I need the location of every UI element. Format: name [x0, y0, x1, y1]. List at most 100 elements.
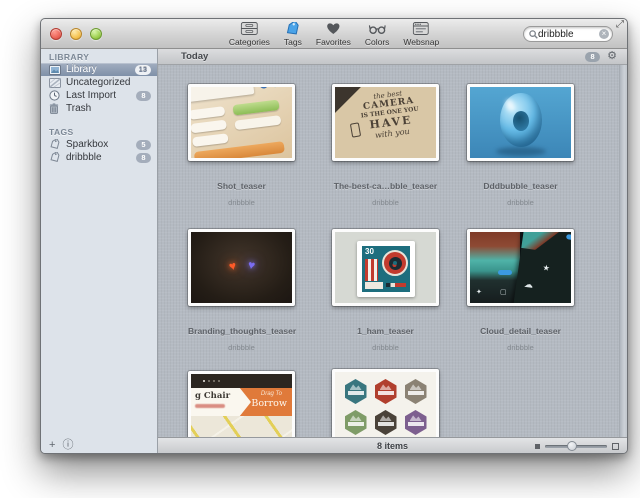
grid-item [332, 369, 439, 437]
toolbar-item-websnap[interactable]: Websnap [403, 21, 439, 47]
thumbnail-art: the best CAMERA IS THE ONE YOU HAVE with… [335, 87, 436, 158]
close-button[interactable] [50, 28, 62, 40]
toolbar-items: Categories Tags Favorites Colors Websnap [229, 21, 439, 47]
zoom-out-icon[interactable] [535, 443, 540, 449]
minimize-button[interactable] [70, 28, 82, 40]
status-bar: 8 items [158, 437, 627, 453]
toolbar-item-label: Tags [283, 37, 302, 47]
sidebar-item-label: Uncategorized [66, 77, 131, 88]
thumbnail-art [470, 87, 571, 158]
tag-icon [49, 139, 61, 150]
item-title: Cloud_detail_teaser [480, 326, 561, 336]
vertical-scrollbar[interactable] [619, 65, 627, 437]
sidebar-footer: + ⓘ [41, 437, 157, 453]
count-badge: 8 [136, 152, 151, 163]
badge-hexagon [374, 410, 397, 435]
sidebar-item-last-import[interactable]: Last Import 8 [41, 89, 157, 102]
sidebar: LIBRARY Library 13 Uncategorized Last Im… [41, 49, 158, 453]
toolbar-item-label: Colors [364, 37, 390, 47]
add-button[interactable]: + [49, 439, 55, 451]
sidebar-item-dribbble[interactable]: dribbble 8 [41, 151, 157, 164]
content: Today 8 ⚙ Shot_teaser dribbble the best … [158, 49, 627, 453]
zoom-in-icon[interactable] [612, 442, 619, 450]
grid-item: Dddbubble_teaser dribbble [467, 84, 574, 207]
sidebar-item-sparkbox[interactable]: Sparkbox 5 [41, 138, 157, 151]
thumbnail-borrow-teaser[interactable]: g Chair Drag To Borrow [188, 371, 295, 437]
trash-glyph-icon: ▢ [500, 289, 507, 296]
sidebar-item-trash[interactable]: Trash [41, 102, 157, 115]
search-input[interactable] [538, 28, 599, 40]
badge-hexagon [374, 379, 397, 404]
zoom-slider-knob[interactable] [567, 441, 577, 451]
thumbnail-grid: Shot_teaser dribbble the best CAMERA IS … [158, 65, 627, 437]
grid-item: Branding_thoughts_teaser dribbble [188, 229, 297, 352]
toolbar-item-favorites[interactable]: Favorites [316, 21, 351, 47]
badge-hexagon [404, 379, 427, 404]
grid-item: g Chair Drag To Borrow [188, 371, 295, 437]
library-icon [49, 64, 61, 75]
thumbnail-ham-teaser[interactable]: 30 [332, 229, 439, 306]
item-title: Branding_thoughts_teaser [188, 326, 297, 336]
item-tag: dribbble [228, 198, 255, 207]
toolbar-item-label: Categories [228, 37, 270, 47]
clock-icon [49, 90, 61, 101]
thumbnail-art [335, 372, 436, 437]
item-count: 8 items [376, 440, 409, 451]
count-badge: 5 [136, 139, 151, 150]
sidebar-item-label: Sparkbox [66, 139, 109, 150]
thumbnail-art: 30 [335, 232, 436, 303]
thumbnail-badges-teaser[interactable] [332, 369, 439, 437]
sidebar-item-label: Last Import [66, 90, 117, 101]
item-tag: dribbble [372, 198, 399, 207]
badge-hexagon [404, 410, 427, 435]
thumbnail-art [191, 232, 292, 303]
thumbnail-best-camera-teaser[interactable]: the best CAMERA IS THE ONE YOU HAVE with… [332, 84, 439, 161]
uncategorized-icon [49, 77, 61, 88]
zoom-slider[interactable] [545, 441, 607, 451]
twitter-icon: ✦ [476, 289, 482, 296]
item-title: Dddbubble_teaser [483, 181, 558, 191]
desktop: Categories Tags Favorites Colors Websnap… [0, 0, 640, 498]
grid-item: ✦ ▢ ★ ☁ Cloud_detail_teaser dribbble [467, 229, 574, 352]
sidebar-item-label: Trash [66, 103, 92, 114]
group-title: Today [181, 51, 209, 62]
thumbnail-dddbubble-teaser[interactable] [467, 84, 574, 161]
item-tag: dribbble [507, 198, 534, 207]
item-tag: dribbble [507, 343, 534, 352]
toolbar-item-colors[interactable]: Colors [364, 21, 390, 47]
search-icon [529, 29, 538, 39]
zoom-button[interactable] [90, 28, 102, 40]
toolbar-item-categories[interactable]: Categories [229, 21, 270, 47]
thumbnail-art: ✦ ▢ ★ ☁ [470, 232, 571, 303]
heart-icon [326, 21, 341, 36]
thumbnail-branding-thoughts-teaser[interactable] [188, 229, 295, 306]
toolbar-item-tags[interactable]: Tags [284, 21, 302, 47]
gear-icon[interactable]: ⚙ [607, 51, 617, 62]
toolbar-item-label: Favorites [315, 37, 351, 47]
badge-hexagon [344, 410, 367, 435]
sidebar-item-uncategorized[interactable]: Uncategorized [41, 76, 157, 89]
thumbnail-cloud-detail-teaser[interactable]: ✦ ▢ ★ ☁ [467, 229, 574, 306]
thumbnail-zoom-control [535, 438, 619, 453]
sidebar-item-library[interactable]: Library 13 [41, 63, 157, 76]
item-tag: dribbble [228, 343, 255, 352]
thumbnail-shot-teaser[interactable] [188, 84, 295, 161]
search-field[interactable]: × [523, 26, 613, 42]
tags-icon [285, 21, 301, 36]
traffic-lights [50, 28, 102, 40]
info-button[interactable]: ⓘ [62, 439, 73, 451]
sidebar-section-tags: TAGS [49, 127, 74, 137]
tag-icon [49, 152, 61, 163]
sidebar-item-label: dribbble [66, 152, 102, 163]
count-badge: 13 [134, 64, 151, 75]
grid-item: Shot_teaser dribbble [188, 84, 295, 207]
grid-item: 30 1_ham_teaser dribbble [332, 229, 439, 352]
grid-item: the best CAMERA IS THE ONE YOU HAVE with… [332, 84, 439, 207]
app-window: Categories Tags Favorites Colors Websnap… [40, 18, 628, 454]
heart-icon [228, 259, 238, 272]
clear-search-icon[interactable]: × [599, 29, 609, 39]
sidebar-section-library: LIBRARY [49, 52, 90, 62]
trash-icon [49, 103, 61, 114]
cloud-icon: ☁ [523, 278, 534, 290]
fullscreen-icon[interactable]: ⤢ [616, 20, 624, 30]
